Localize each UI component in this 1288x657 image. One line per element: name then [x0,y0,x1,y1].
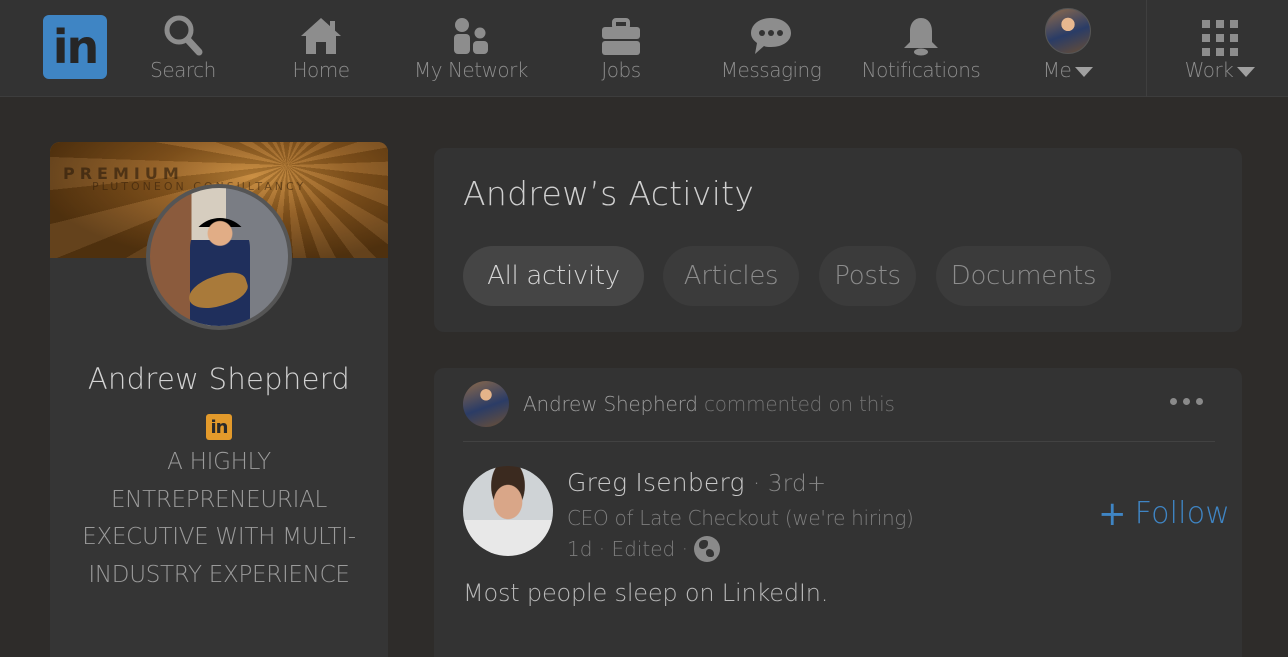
avatar [1045,8,1091,54]
nav-messaging-label: Messaging [720,58,822,82]
actor-avatar[interactable] [463,381,509,427]
follow-label: Follow [1134,496,1231,531]
search-icon [163,0,203,56]
filter-articles[interactable]: Articles [663,246,799,306]
premium-badge-icon: in [206,414,232,440]
activity-card: Andrew’s Activity All activity Articles … [434,148,1242,332]
linkedin-logo[interactable]: in [43,15,107,79]
post-divider [463,441,1215,442]
connection-degree: · 3rd+ [752,471,827,497]
post-text: Most people sleep on LinkedIn. [463,579,829,607]
messaging-icon [749,0,793,56]
author-avatar[interactable] [463,466,553,556]
author-name-line: Greg Isenberg · 3rd+ [567,468,826,497]
nav-my-network[interactable]: My Network [410,0,532,97]
grid-icon [1202,0,1238,56]
plus-icon: + [1098,493,1127,534]
post-card: Andrew Shepherd commented on this Greg I… [434,368,1242,657]
follow-button[interactable]: + Follow [1098,496,1230,531]
nav-me[interactable]: Me [1036,0,1100,97]
actor-name[interactable]: Andrew Shepherd [523,392,698,416]
profile-name[interactable]: Andrew Shepherd [50,362,388,396]
nav-search[interactable]: Search [141,0,225,97]
post-context: Andrew Shepherd commented on this [523,392,895,416]
more-dot-icon [1170,398,1177,405]
actor-action: commented on this [703,392,895,416]
more-dot-icon [1183,398,1190,405]
nav-work-label: Work [1185,58,1256,82]
nav-work[interactable]: Work [1180,0,1260,97]
more-dot-icon [1196,398,1203,405]
nav-jobs-label: Jobs [601,58,641,82]
nav-my-network-label: My Network [414,58,528,82]
profile-photo-person [190,218,250,326]
nav-divider [1146,0,1147,97]
nav-messaging[interactable]: Messaging [718,0,824,97]
bell-icon [901,0,941,56]
filter-posts[interactable]: Posts [819,246,916,306]
chevron-down-icon [1237,66,1256,77]
briefcase-icon [600,0,642,56]
profile-photo[interactable] [146,184,292,330]
nav-me-label: Me [1043,58,1094,82]
author-name[interactable]: Greg Isenberg [567,468,745,497]
network-icon [451,0,491,56]
activity-title: Andrew’s Activity [463,174,755,213]
me-avatar-wrap [1045,0,1091,56]
chevron-down-icon [1075,66,1094,77]
nav-search-label: Search [150,58,216,82]
profile-card: PREMIUM PLUTONEON CONSULTANCY Andrew She… [50,142,388,657]
filter-all-activity[interactable]: All activity [463,246,644,306]
post-meta: 1d · Edited · [567,536,720,562]
globe-icon [693,536,720,562]
nav-notifications-label: Notifications [861,58,981,82]
more-options-button[interactable] [1170,398,1203,405]
home-icon [299,0,343,56]
top-nav: in Search Home My Network Jobs Messaging [0,0,1288,97]
filter-documents[interactable]: Documents [936,246,1111,306]
post-meta-text: 1d · Edited · [567,537,688,561]
nav-notifications[interactable]: Notifications [861,0,981,97]
nav-home-label: Home [292,58,350,82]
author-title: CEO of Late Checkout (we're hiring) [567,506,914,530]
profile-headline: A HIGHLY ENTREPRENEURIAL EXECUTIVE WITH … [82,449,356,588]
nav-home[interactable]: Home [281,0,361,97]
nav-jobs[interactable]: Jobs [590,0,652,97]
